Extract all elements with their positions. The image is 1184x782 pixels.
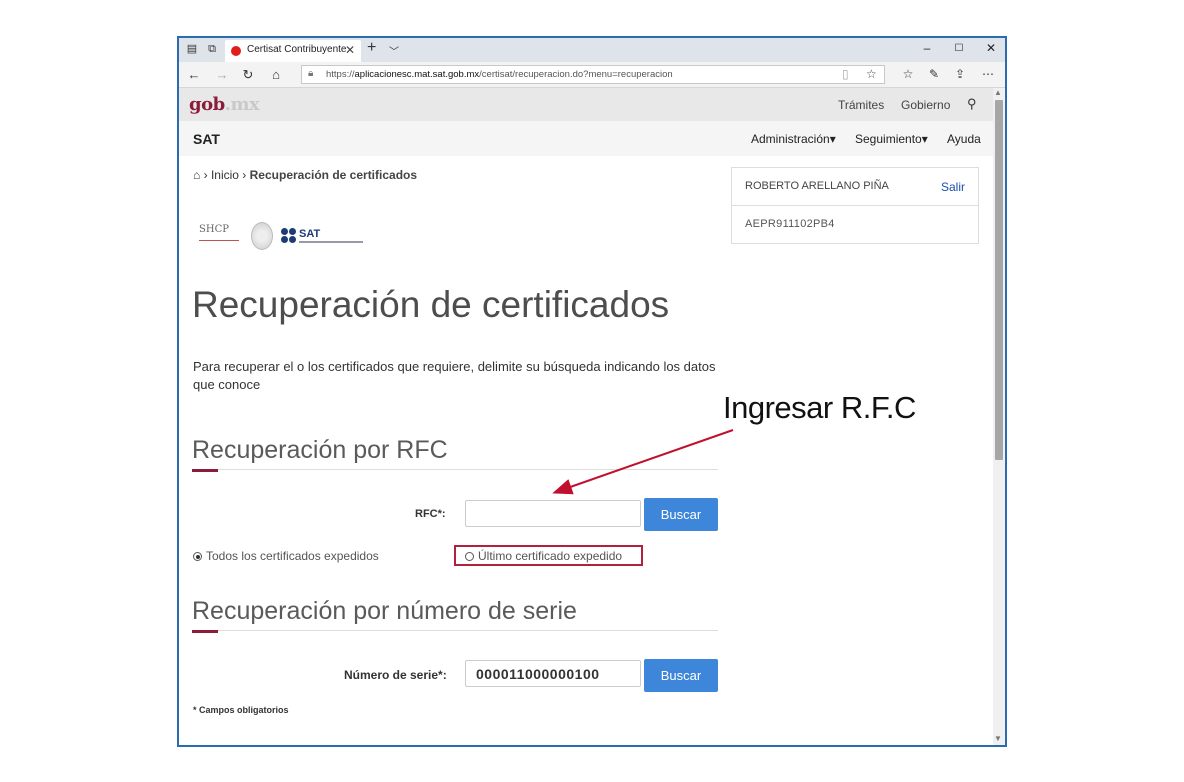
gob-link-gobierno[interactable]: Gobierno (901, 98, 950, 112)
breadcrumb-inicio[interactable]: Inicio (211, 168, 239, 182)
home-icon[interactable]: ⌂ (193, 168, 200, 182)
serial-input[interactable]: 000011000000100 (465, 660, 641, 687)
home-icon[interactable]: ⌂ (267, 67, 285, 82)
scroll-up-icon[interactable]: ▲ (994, 88, 1002, 97)
tab-title: Certisat Contribuyente (247, 44, 347, 55)
gob-header: gob.mx Trámites Gobierno ⚲ (179, 88, 993, 121)
sat-logo-text: SAT (299, 228, 321, 240)
reading-view-icon[interactable]: ▯ (842, 67, 849, 81)
breadcrumb-separator: › (242, 168, 250, 182)
more-icon[interactable]: ⋯ (979, 67, 997, 81)
annotation-label: Ingresar R.F.C (723, 390, 916, 425)
tab-bar: ▤ ⧉ Certisat Contribuyente ✕ + ﹀ – ☐ ✕ (179, 38, 1005, 62)
required-fields-note: * Campos obligatorios (193, 705, 289, 715)
gob-logo[interactable]: gob.mx (189, 94, 260, 115)
national-seal-icon (251, 222, 273, 250)
tab-preview-chevron-icon[interactable]: ﹀ (389, 43, 399, 58)
forward-icon[interactable]: → (213, 67, 231, 82)
divider (732, 205, 978, 206)
sat-brand[interactable]: SAT (193, 131, 220, 147)
minimize-button[interactable]: – (917, 41, 937, 55)
sat-logo-icon (281, 228, 297, 244)
favorites-icon[interactable]: ☆ (899, 67, 917, 81)
user-name: ROBERTO ARELLANO PIÑA (745, 180, 889, 192)
breadcrumb-separator: › (203, 168, 211, 182)
user-panel: ROBERTO ARELLANO PIÑA Salir AEPR911102PB… (731, 167, 979, 244)
shcp-logo: SHCP (199, 224, 229, 235)
radio-last-certificate[interactable]: Último certificado expedido (465, 549, 622, 563)
rfc-search-button[interactable]: Buscar (644, 498, 718, 531)
new-tab-button[interactable]: + (367, 39, 376, 57)
user-rfc: AEPR911102PB4 (745, 218, 835, 230)
pen-icon[interactable]: ✎ (925, 67, 943, 81)
set-aside-tabs-icon[interactable]: ⧉ (205, 43, 219, 55)
gob-link-tramites[interactable]: Trámites (838, 98, 884, 112)
share-icon[interactable]: ⇪ (951, 67, 969, 81)
sat-logo-underline (299, 241, 363, 243)
rfc-label: RFC*: (415, 508, 446, 520)
rfc-section-title: Recuperación por RFC (192, 436, 448, 464)
radio-unselected-icon[interactable] (465, 552, 474, 561)
vertical-scrollbar[interactable]: ▲ ▼ (993, 88, 1005, 745)
tab-actions-icon[interactable]: ▤ (185, 43, 199, 55)
back-icon[interactable]: ← (185, 67, 203, 82)
radio-all-certificates[interactable]: Todos los certificados expedidos (193, 549, 379, 563)
sat-navbar: SAT Administración▾ Seguimiento▾ Ayuda (179, 121, 993, 156)
page-intro: Para recuperar el o los certificados que… (193, 359, 716, 392)
lock-icon: 🔒︎ (308, 68, 314, 79)
logout-link[interactable]: Salir (941, 180, 965, 194)
tab-close-icon[interactable]: ✕ (345, 43, 355, 57)
institution-logos: SHCP SAT (199, 222, 369, 256)
favicon-icon (231, 46, 241, 56)
refresh-icon[interactable]: ↻ (239, 67, 257, 83)
shcp-logo-underline (199, 240, 239, 248)
divider (192, 630, 718, 631)
menu-administracion[interactable]: Administración▾ (751, 132, 836, 146)
page-title: Recuperación de certificados (192, 284, 670, 325)
address-bar: ← → ↻ ⌂ 🔒︎ https://aplicacionesc.mat.sat… (179, 62, 1005, 88)
serial-label: Número de serie*: (344, 668, 447, 682)
url-field[interactable]: 🔒︎ https://aplicacionesc.mat.sat.gob.mx/… (301, 65, 885, 84)
maximize-button[interactable]: ☐ (949, 43, 969, 54)
divider (192, 469, 718, 470)
radio-selected-icon[interactable] (193, 552, 202, 561)
tab-certisat[interactable]: Certisat Contribuyente ✕ (225, 40, 361, 62)
close-window-button[interactable]: ✕ (981, 41, 1001, 55)
section-accent (192, 469, 218, 472)
scroll-thumb[interactable] (995, 100, 1003, 460)
menu-seguimiento[interactable]: Seguimiento▾ (855, 132, 928, 146)
rfc-input[interactable] (465, 500, 641, 527)
favorite-star-icon[interactable]: ☆ (866, 67, 877, 81)
serial-section-title: Recuperación por número de serie (192, 597, 577, 625)
section-accent (192, 630, 218, 633)
url-text: https://aplicacionesc.mat.sat.gob.mx/cer… (326, 69, 673, 80)
scroll-down-icon[interactable]: ▼ (994, 734, 1002, 743)
breadcrumb-current: Recuperación de certificados (249, 168, 418, 182)
serial-search-button[interactable]: Buscar (644, 659, 718, 692)
search-icon[interactable]: ⚲ (967, 96, 977, 112)
breadcrumb: ⌂ › Inicio › Recuperación de certificado… (193, 168, 417, 182)
menu-ayuda[interactable]: Ayuda (947, 132, 981, 146)
